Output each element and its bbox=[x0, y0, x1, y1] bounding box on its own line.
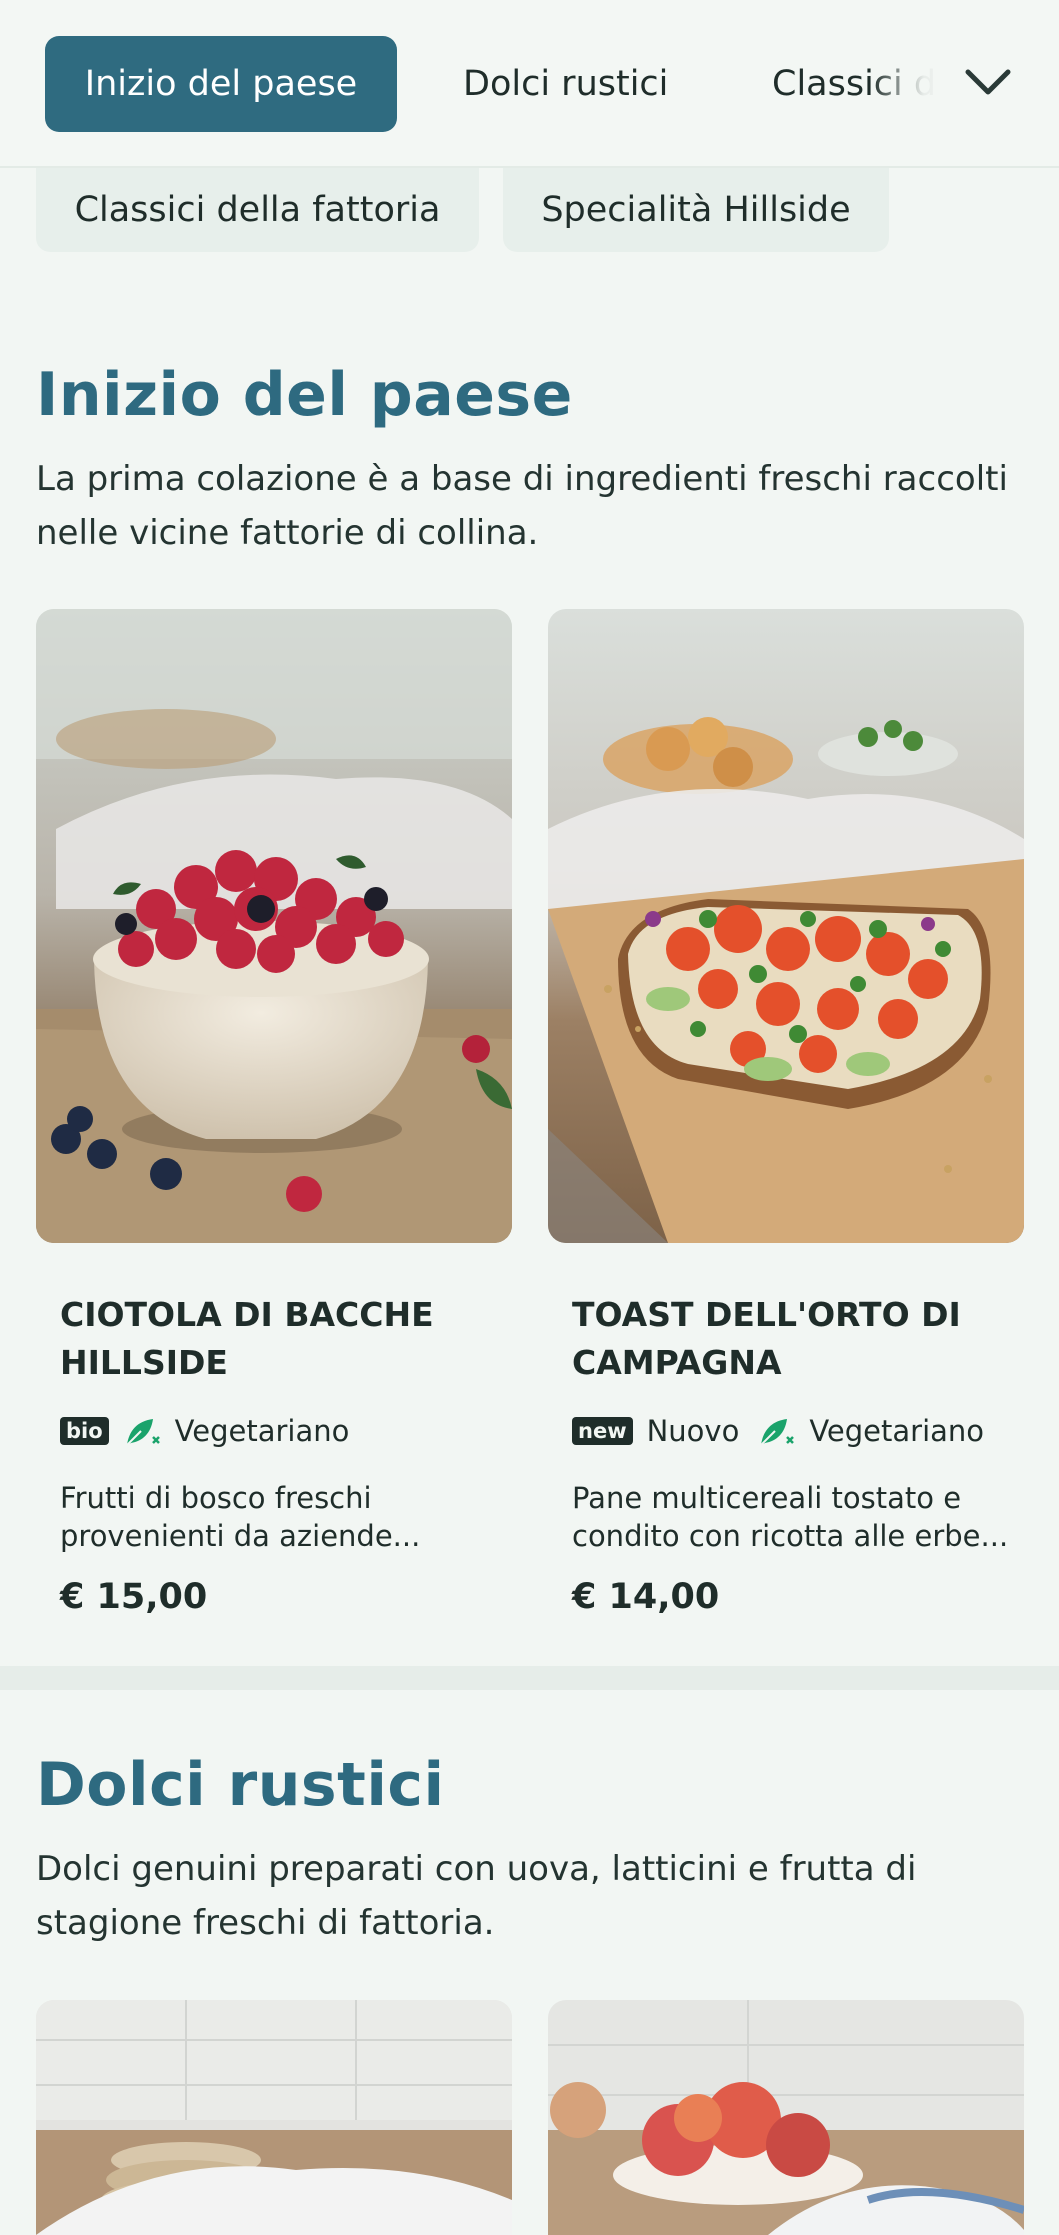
menu-item-name: TOAST DELL'ORTO DI CAMPAGNA bbox=[572, 1295, 961, 1382]
menu-item-card[interactable]: TOAST DELL'ORTO DI CAMPAGNA new Nuovo Ve… bbox=[548, 609, 1024, 1639]
category-nav-bar: Inizio del paese Dolci rustici Classici … bbox=[0, 0, 1059, 168]
chevron-down-icon[interactable] bbox=[962, 64, 1014, 100]
overflow-pill-specialita-hillside[interactable]: Specialità Hillside bbox=[503, 168, 889, 252]
apple-dessert-photo[interactable] bbox=[548, 2000, 1024, 2235]
overflow-pill-classici-della-fattoria[interactable]: Classici della fattoria bbox=[36, 168, 479, 252]
menu-item-tags: new Nuovo Vegetariano bbox=[572, 1409, 1002, 1453]
menu-item-tags: bio Vegetariano bbox=[60, 1409, 367, 1453]
menu-item-name: CIOTOLA DI BACCHE HILLSIDE bbox=[60, 1295, 434, 1382]
section-description: La prima colazione è a base di ingredien… bbox=[36, 459, 1008, 553]
menu-item-description: Frutti di bosco freschi provenienti da a… bbox=[60, 1481, 421, 1553]
pastry-photo[interactable] bbox=[36, 2000, 512, 2235]
section-title: Dolci rustici bbox=[36, 1750, 445, 1820]
section-title: Inizio del paese bbox=[36, 360, 573, 430]
section-divider bbox=[0, 1666, 1059, 1690]
new-badge: new bbox=[572, 1417, 633, 1445]
berry-bowl-photo bbox=[36, 609, 512, 1243]
garden-toast-photo bbox=[548, 609, 1024, 1243]
tab-dolci-rustici[interactable]: Dolci rustici bbox=[463, 36, 668, 132]
vegetarian-leaf-icon bbox=[760, 1419, 795, 1446]
section-description: Dolci genuini preparati con uova, lattic… bbox=[36, 1849, 917, 1943]
bio-badge: bio bbox=[60, 1417, 109, 1445]
diet-label: Vegetariano bbox=[809, 1414, 985, 1448]
menu-item-card[interactable]: CIOTOLA DI BACCHE HILLSIDE bio Vegetaria… bbox=[36, 609, 512, 1639]
new-label: Nuovo bbox=[646, 1414, 740, 1448]
menu-item-price: € 14,00 bbox=[572, 1577, 720, 1617]
tab-inizio-del-paese[interactable]: Inizio del paese bbox=[45, 36, 397, 132]
menu-item-price: € 15,00 bbox=[60, 1577, 208, 1617]
vegetarian-leaf-icon bbox=[125, 1419, 160, 1446]
menu-item-description: Pane multicereali tostato e condito con … bbox=[572, 1481, 1009, 1553]
diet-label: Vegetariano bbox=[174, 1414, 350, 1448]
